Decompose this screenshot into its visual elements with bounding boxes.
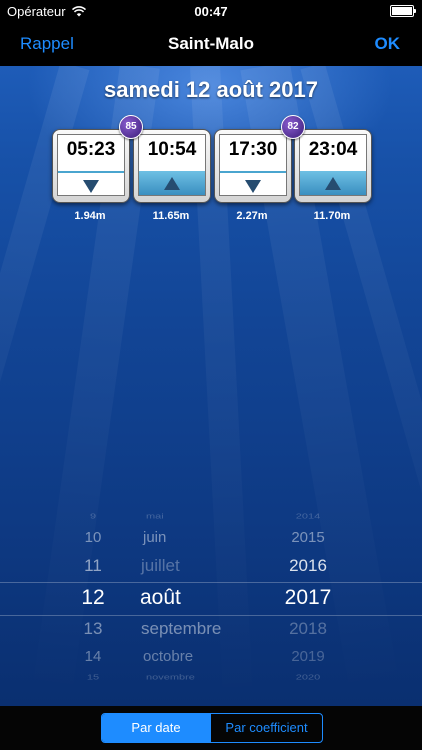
picker-month[interactable]: juin (143, 529, 253, 546)
picker-month[interactable]: juillet (141, 556, 251, 576)
picker-year[interactable]: 2019 (268, 648, 348, 665)
status-time: 00:47 (194, 4, 228, 19)
battery-icon (390, 5, 416, 17)
picker-year[interactable]: 2018 (268, 619, 348, 639)
arrow-up-icon (164, 177, 180, 190)
coefficient-badge: 82 (281, 115, 305, 139)
tide-time: 23:04 (308, 139, 358, 160)
bottom-bar: Par date Par coefficient (0, 706, 422, 750)
tide-card-3[interactable]: 17:30 (214, 129, 292, 203)
status-bar: Opérateur 00:47 (0, 0, 422, 22)
picker-day[interactable]: 15 (58, 673, 128, 681)
ok-button[interactable]: OK (375, 34, 401, 54)
nav-bar: Rappel Saint-Malo OK (0, 22, 422, 66)
date-picker[interactable]: 9 mai 2014 10 juin 2015 11 juillet 2016 … (0, 505, 422, 690)
picker-year-selected[interactable]: 2017 (268, 586, 348, 610)
picker-month[interactable]: mai (146, 512, 256, 520)
tide-card-4[interactable]: 23:04 (294, 129, 372, 203)
tide-card-1[interactable]: 05:23 (52, 129, 130, 203)
coefficient-badge: 85 (119, 115, 143, 139)
picker-day[interactable]: 14 (58, 648, 128, 665)
tide-height: 1.94m (74, 210, 106, 222)
date-title: samedi 12 août 2017 (103, 77, 318, 102)
picker-month-selected[interactable]: août (140, 586, 250, 610)
picker-day[interactable]: 11 (58, 556, 128, 576)
picker-month[interactable]: septembre (141, 619, 251, 639)
tide-height: 11.65m (152, 210, 190, 222)
picker-day-selected[interactable]: 12 (58, 586, 128, 610)
picker-year[interactable]: 2014 (268, 512, 348, 520)
mode-segmented-control: Par date Par coefficient (101, 713, 323, 743)
segment-par-date[interactable]: Par date (102, 714, 210, 742)
picker-year[interactable]: 2020 (268, 673, 348, 681)
tide-time: 17:30 (228, 139, 278, 160)
picker-day[interactable]: 9 (58, 512, 128, 520)
tide-card-2[interactable]: 10:54 (133, 129, 211, 203)
tide-time: 10:54 (147, 139, 197, 160)
tide-height: 2.27m (236, 210, 268, 222)
picker-day[interactable]: 10 (58, 529, 128, 546)
page-title: Saint-Malo (168, 34, 254, 53)
picker-month[interactable]: novembre (146, 673, 256, 681)
picker-day[interactable]: 13 (58, 619, 128, 639)
picker-year[interactable]: 2015 (268, 529, 348, 546)
arrow-down-icon (245, 180, 261, 193)
arrow-down-icon (83, 180, 99, 193)
arrow-up-icon (325, 177, 341, 190)
picker-year[interactable]: 2016 (268, 556, 348, 576)
picker-month[interactable]: octobre (143, 648, 253, 665)
tide-height: 11.70m (313, 210, 351, 222)
segment-par-coefficient[interactable]: Par coefficient (210, 714, 322, 742)
tide-time: 05:23 (66, 139, 116, 160)
